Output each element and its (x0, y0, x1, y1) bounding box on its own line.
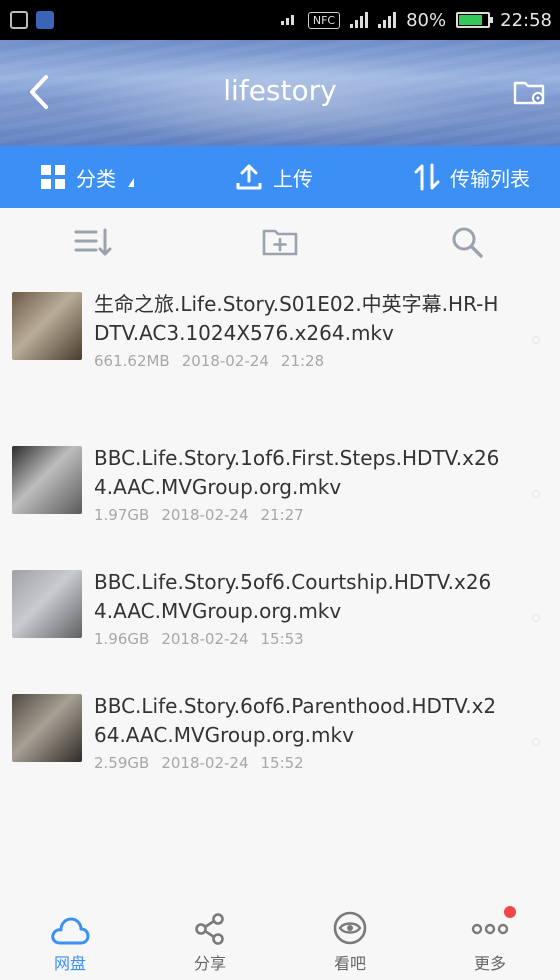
status-bar: NFC 80% 22:58 (0, 0, 560, 40)
grid-icon (41, 165, 65, 189)
select-circle-icon[interactable] (532, 336, 540, 344)
upload-icon (236, 164, 262, 190)
file-date: 2018-02-24 (181, 352, 269, 370)
file-time: 15:53 (260, 630, 304, 648)
battery-percent: 80% (406, 9, 447, 31)
app-notification-icon (36, 11, 54, 29)
tab-share[interactable]: 分享 (150, 912, 270, 974)
folder-settings-button[interactable] (510, 72, 550, 112)
dropdown-caret-icon (128, 177, 134, 187)
usb-icon (10, 11, 28, 29)
transfer-list-label: 传输列表 (450, 166, 530, 191)
bottom-tab-bar: 网盘 分享 看吧 更多 (0, 900, 560, 980)
cell-signal-2-icon (378, 12, 397, 28)
file-name: 生命之旅.Life.Story.S01E02.中英字幕.HR-HDTV.AC3.… (94, 292, 499, 345)
file-size: 1.96GB (94, 630, 150, 648)
file-name: BBC.Life.Story.5of6.Courtship.HDTV.x264.… (94, 570, 492, 623)
tab-more[interactable]: 更多 (430, 906, 550, 974)
clock: 22:58 (500, 9, 552, 31)
select-circle-icon[interactable] (532, 738, 540, 746)
file-time: 21:27 (260, 506, 304, 524)
file-meta: 2.59GB 2018-02-24 15:52 (94, 754, 504, 772)
more-icon (471, 923, 509, 935)
tab-label: 网盘 (53, 954, 86, 973)
transfer-list-button[interactable]: 传输列表 (414, 163, 530, 192)
cloud-icon (51, 917, 90, 945)
tab-watch[interactable]: 看吧 (290, 910, 410, 974)
transfer-icon (414, 163, 440, 191)
file-date: 2018-02-24 (161, 754, 249, 772)
nfc-indicator: NFC (307, 11, 341, 29)
file-meta: 1.97GB 2018-02-24 21:27 (94, 506, 504, 524)
eye-icon (333, 911, 367, 945)
share-icon (195, 913, 224, 945)
upload-label: 上传 (273, 166, 313, 191)
sort-button[interactable] (68, 217, 118, 267)
file-row[interactable]: BBC.Life.Story.5of6.Courtship.HDTV.x264.… (0, 554, 560, 678)
video-thumbnail (12, 694, 82, 762)
search-button[interactable] (442, 217, 492, 267)
page-title: lifestory (223, 74, 337, 107)
search-icon (452, 227, 483, 258)
battery-icon (456, 12, 494, 28)
file-size: 2.59GB (94, 754, 150, 772)
file-time: 15:52 (260, 754, 304, 772)
select-circle-icon[interactable] (532, 490, 540, 498)
file-meta: 661.62MB 2018-02-24 21:28 (94, 352, 504, 370)
file-row[interactable]: BBC.Life.Story.1of6.First.Steps.HDTV.x26… (0, 430, 560, 554)
upload-button[interactable]: 上传 (235, 163, 313, 192)
file-size: 1.97GB (94, 506, 150, 524)
toolbar: 分类 上传 传输列表 (0, 146, 560, 208)
category-button[interactable]: 分类 (40, 163, 134, 192)
file-time: 21:28 (280, 352, 325, 370)
tab-label: 看吧 (333, 954, 366, 973)
video-thumbnail (12, 570, 82, 638)
header: lifestory (0, 40, 560, 146)
cell-signal-icon (350, 12, 369, 28)
action-row (0, 208, 560, 276)
file-row[interactable]: 生命之旅.Life.Story.S01E02.中英字幕.HR-HDTV.AC3.… (0, 276, 560, 430)
sort-icon (74, 228, 112, 256)
category-label: 分类 (76, 166, 116, 191)
tab-label: 更多 (473, 954, 506, 973)
select-circle-icon[interactable] (532, 614, 540, 622)
tab-netdisk[interactable]: 网盘 (10, 914, 130, 974)
file-name: BBC.Life.Story.1of6.First.Steps.HDTV.x26… (94, 446, 500, 499)
video-thumbnail (12, 292, 82, 360)
new-folder-button[interactable] (255, 217, 305, 267)
notification-badge (504, 906, 516, 918)
signal-icon (280, 10, 298, 31)
file-name: BBC.Life.Story.6of6.Parenthood.HDTV.x264… (94, 694, 497, 747)
video-thumbnail (12, 446, 82, 514)
file-date: 2018-02-24 (161, 506, 249, 524)
file-list: 生命之旅.Life.Story.S01E02.中英字幕.HR-HDTV.AC3.… (0, 276, 560, 802)
folder-settings-icon (513, 81, 545, 105)
tab-label: 分享 (193, 954, 226, 973)
file-meta: 1.96GB 2018-02-24 15:53 (94, 630, 504, 648)
file-size: 661.62MB (94, 352, 170, 370)
add-folder-icon (262, 229, 298, 256)
file-row[interactable]: BBC.Life.Story.6of6.Parenthood.HDTV.x264… (0, 678, 560, 802)
file-date: 2018-02-24 (161, 630, 249, 648)
